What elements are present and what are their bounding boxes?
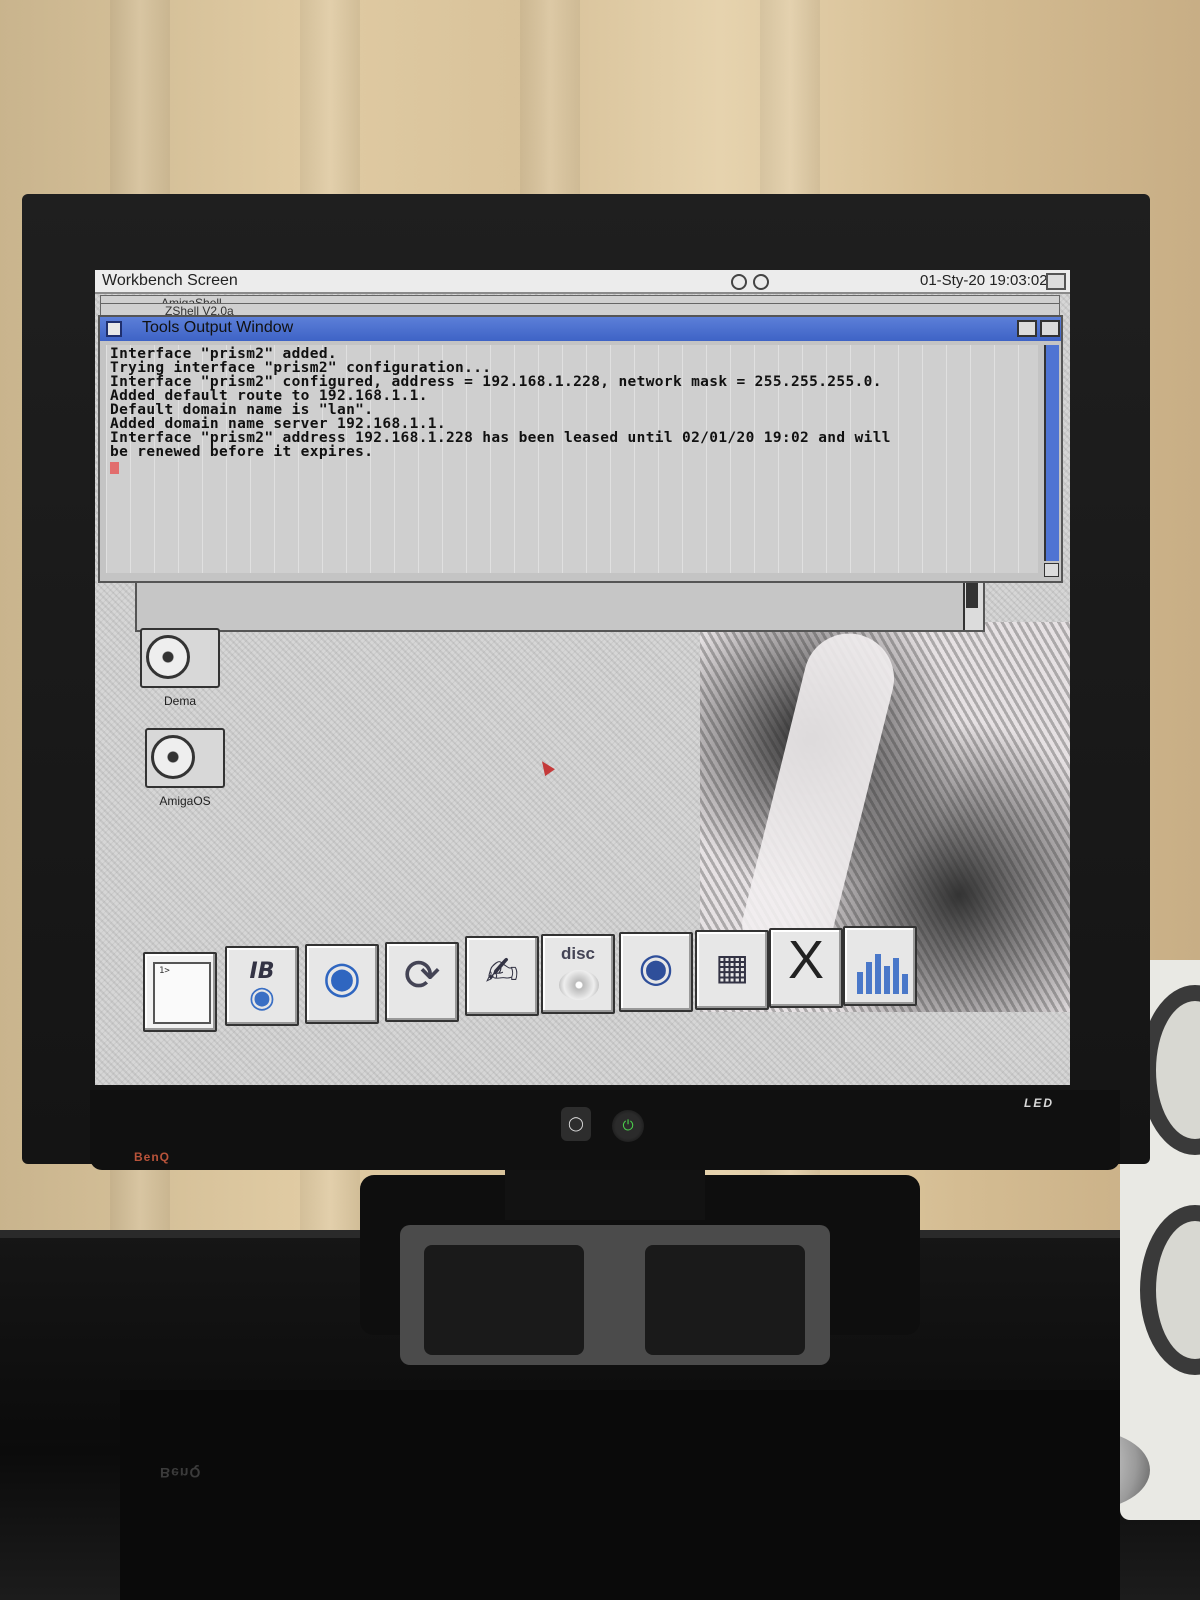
screen-depth-icon[interactable] xyxy=(1046,273,1066,290)
screen-title-bar[interactable]: Workbench Screen 01-Sty-20 19:03:02 xyxy=(95,270,1070,294)
status-circle-icon xyxy=(753,274,769,290)
resize-icon[interactable] xyxy=(1044,563,1059,577)
hard-drive-icon[interactable] xyxy=(140,628,220,688)
screen-clock: 01-Sty-20 19:03:02 xyxy=(920,272,1048,289)
tools-output-window[interactable]: Tools Output Window Interface "prism2" a… xyxy=(98,315,1063,583)
globe-plug-icon[interactable]: IB ◉ xyxy=(225,946,299,1026)
power-button[interactable]: ⏻ xyxy=(612,1110,644,1142)
console-line: be renewed before it expires. xyxy=(110,444,374,460)
equalizer-icon[interactable] xyxy=(843,926,917,1006)
window-scrollbar[interactable] xyxy=(1044,345,1059,561)
globe-icon[interactable]: ◉ xyxy=(305,944,379,1024)
glasses-lens xyxy=(645,1245,805,1355)
console-line: Interface "prism2" added. xyxy=(110,346,337,362)
glasses-lens xyxy=(424,1245,584,1355)
console-line: Interface "prism2" configured, address =… xyxy=(110,374,882,390)
status-circle-icon xyxy=(731,274,747,290)
disc-icon[interactable]: disc xyxy=(541,934,615,1014)
zoom-icon[interactable] xyxy=(1017,320,1037,337)
text-editor-icon[interactable]: ✍ xyxy=(465,936,539,1016)
box-logo: BenQ xyxy=(160,1465,202,1481)
console-output[interactable]: Interface "prism2" added. Trying interfa… xyxy=(106,345,1038,573)
amiga-screen: Workbench Screen 01-Sty-20 19:03:02 Amig… xyxy=(95,270,1070,1085)
shell-window-icon[interactable]: 1> xyxy=(143,952,217,1032)
icon-label-dema: Dema xyxy=(163,694,196,708)
window-title: Tools Output Window xyxy=(142,319,294,336)
hard-drive-icon[interactable] xyxy=(145,728,225,788)
screen-title: Workbench Screen xyxy=(102,272,238,289)
console-line: Trying interface "prism2" configuration.… xyxy=(110,360,492,376)
reload-icon[interactable]: ⟳ xyxy=(385,942,459,1022)
close-icon[interactable] xyxy=(106,321,122,337)
x-icon[interactable]: X xyxy=(769,928,843,1008)
depth-icon[interactable] xyxy=(1040,320,1060,337)
icon-label-amigaos: AmigaOS xyxy=(159,794,211,808)
console-line: Added domain name server 192.168.1.1. xyxy=(110,416,446,432)
monitor-box xyxy=(120,1390,1120,1600)
monitor-brand: BenQ xyxy=(134,1150,171,1164)
led-label: LED xyxy=(1024,1096,1054,1110)
eye-icon[interactable]: ◉ xyxy=(619,932,693,1012)
console-line: Default domain name is "lan". xyxy=(110,402,374,418)
console-line: Added default route to 192.168.1.1. xyxy=(110,388,428,404)
console-line: Interface "prism2" address 192.168.1.228… xyxy=(110,430,891,446)
text-cursor xyxy=(110,462,119,474)
columns-icon[interactable]: ▦ xyxy=(695,930,769,1010)
eco-button[interactable]: ◯ xyxy=(561,1107,591,1141)
window-title-bar[interactable]: Tools Output Window xyxy=(100,317,1061,341)
dock: 1> IB ◉ ◉ ⟳ ✍ disc ◉ ▦ X xyxy=(143,926,917,1032)
